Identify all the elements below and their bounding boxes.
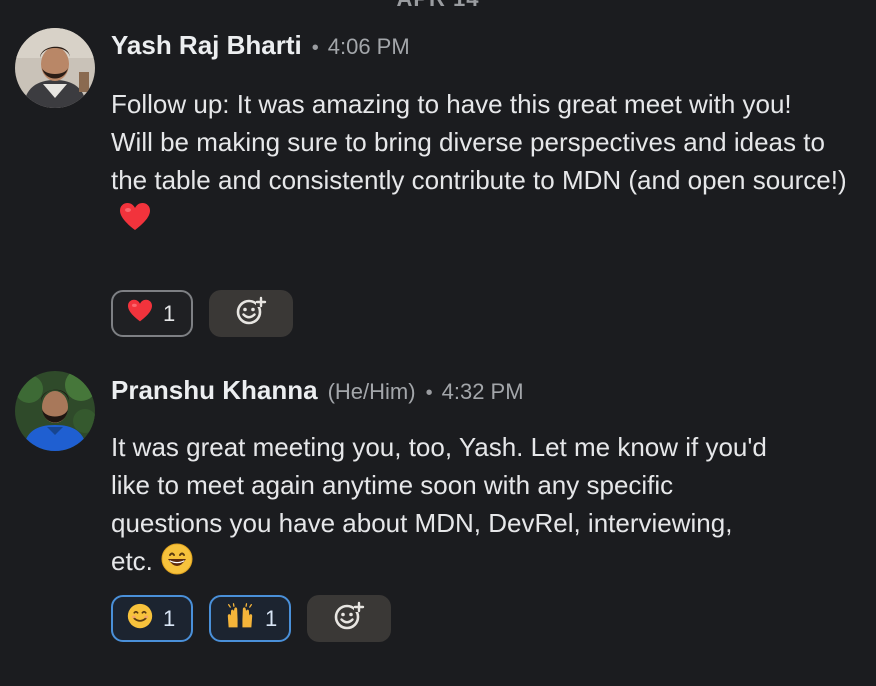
message-line: Will be making sure to bring diverse per… — [111, 123, 851, 242]
date-divider: APR 14 — [0, 0, 876, 12]
separator-dot: • — [311, 37, 319, 59]
chat-thread: APR 14 Yash Raj Bharti • 4:06 PM Follow … — [0, 0, 876, 686]
raising-hands-icon — [225, 603, 255, 634]
smiling-face-icon — [127, 603, 153, 634]
separator-dot: • — [425, 382, 433, 404]
message-line-text: Will be making sure to bring diverse per… — [111, 127, 847, 195]
reaction-count: 1 — [163, 605, 176, 631]
reaction-bar: 1 — [111, 290, 293, 337]
add-reaction-button[interactable] — [209, 290, 293, 337]
message-body: Follow up: It was amazing to have this g… — [111, 85, 851, 242]
reaction-raising-hands[interactable]: 1 — [209, 595, 291, 642]
message-line-text: It was great meeting you, too, Yash. Let… — [111, 432, 767, 576]
red-heart-icon — [127, 299, 153, 328]
author-pronouns: (He/Him) — [327, 379, 416, 404]
message-header: Pranshu Khanna (He/Him) • 4:32 PM — [111, 375, 524, 406]
avatar-yash[interactable] — [15, 28, 95, 108]
message-body: It was great meeting you, too, Yash. Let… — [111, 428, 771, 585]
add-reaction-icon — [235, 296, 267, 331]
avatar-pranshu[interactable] — [15, 371, 95, 451]
reaction-bar: 1 1 — [111, 595, 391, 642]
message-line: Follow up: It was amazing to have this g… — [111, 89, 792, 119]
author-name[interactable]: Pranshu Khanna — [111, 375, 318, 406]
timestamp[interactable]: 4:32 PM — [442, 379, 524, 405]
reaction-red-heart[interactable]: 1 — [111, 290, 193, 337]
message-header: Yash Raj Bharti • 4:06 PM — [111, 30, 410, 61]
author-name[interactable]: Yash Raj Bharti — [111, 30, 302, 61]
red-heart-icon — [119, 202, 151, 242]
reaction-smiling-face[interactable]: 1 — [111, 595, 193, 642]
reaction-count: 1 — [163, 300, 176, 326]
message-line: It was great meeting you, too, Yash. Let… — [111, 428, 771, 585]
add-reaction-icon — [333, 601, 365, 636]
grinning-face-icon — [161, 543, 193, 585]
reaction-count: 1 — [265, 605, 278, 631]
timestamp[interactable]: 4:06 PM — [328, 34, 410, 60]
add-reaction-button[interactable] — [307, 595, 391, 642]
